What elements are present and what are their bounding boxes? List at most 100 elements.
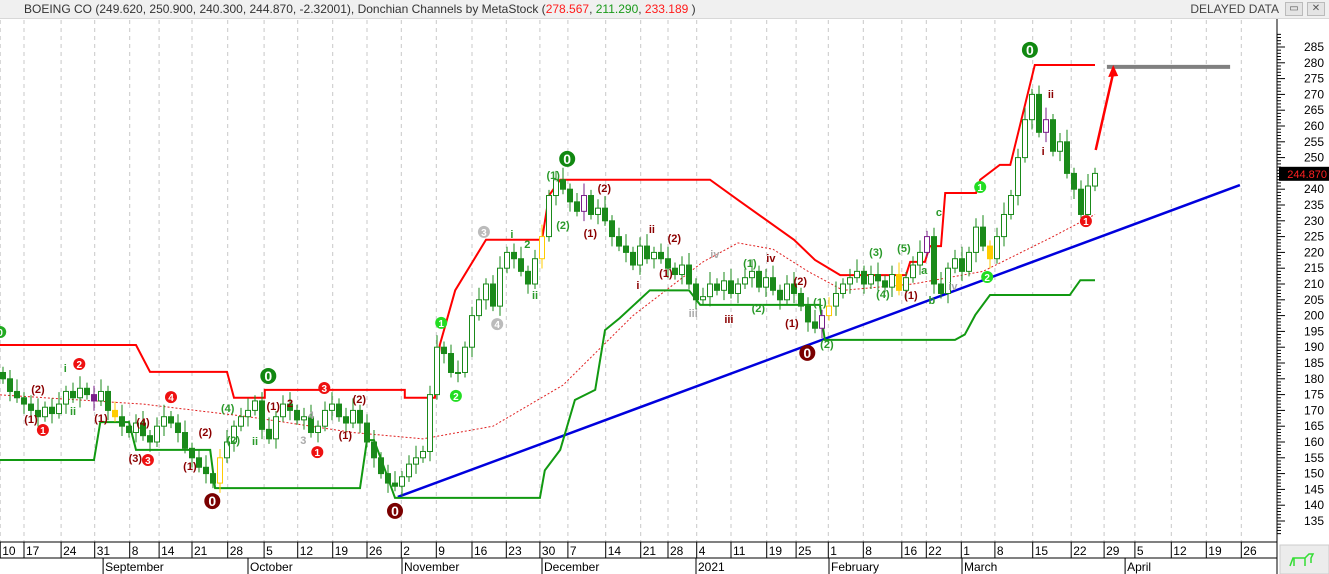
candle-body bbox=[112, 409, 118, 418]
candle-body bbox=[7, 378, 13, 392]
candle-body bbox=[91, 394, 97, 402]
x-tick-label: 1 bbox=[830, 544, 837, 558]
candle-body bbox=[896, 274, 902, 291]
paren: ) bbox=[688, 2, 696, 16]
month-label: February bbox=[831, 560, 879, 574]
y-tick-label: 200 bbox=[1304, 309, 1324, 323]
restore-icon[interactable]: ▭ bbox=[1285, 2, 1303, 16]
y-tick-label: 230 bbox=[1304, 214, 1324, 228]
candle-body bbox=[259, 400, 265, 430]
wave-label: 0 bbox=[264, 368, 272, 384]
x-tick-label: 22 bbox=[1073, 544, 1087, 558]
wave-label: ii bbox=[649, 224, 655, 236]
y-tick-label: 150 bbox=[1304, 467, 1324, 481]
x-tick-label: 10 bbox=[2, 544, 16, 558]
candle-body bbox=[805, 305, 811, 323]
wave-label: (1) bbox=[339, 430, 353, 442]
candle-body bbox=[126, 425, 132, 434]
month-label: September bbox=[105, 560, 164, 574]
candle-body bbox=[462, 346, 468, 373]
candle-body bbox=[385, 473, 391, 484]
candle-body bbox=[749, 270, 755, 279]
wave-label: 2 bbox=[453, 392, 459, 403]
wave-label: 3 bbox=[145, 456, 151, 467]
indicator-name: , Donchian Channels by MetaStock bbox=[350, 2, 539, 16]
candle-body bbox=[707, 283, 713, 298]
candle-body bbox=[322, 409, 328, 427]
candle-body bbox=[42, 406, 48, 418]
candle-body bbox=[973, 226, 979, 253]
candle-body bbox=[511, 251, 517, 260]
wave-label: 1 bbox=[977, 183, 983, 194]
x-tick-label: 16 bbox=[904, 544, 918, 558]
candle-body bbox=[679, 264, 685, 276]
candle-body bbox=[686, 264, 692, 285]
wave-label: (1) bbox=[584, 228, 598, 240]
wave-label: ii bbox=[70, 406, 76, 418]
candle-body bbox=[672, 267, 678, 276]
close-icon[interactable]: ✕ bbox=[1307, 2, 1325, 16]
chart-title-bar: BOEING CO (249.620, 250.900, 240.300, 24… bbox=[0, 0, 1329, 19]
candle-body bbox=[721, 280, 727, 291]
candle-body bbox=[966, 251, 972, 272]
candle-body bbox=[700, 296, 706, 301]
wave-label: iv bbox=[710, 249, 720, 261]
candle-body bbox=[910, 264, 916, 279]
wave-label: (2) bbox=[752, 303, 766, 315]
candle-body bbox=[357, 409, 363, 424]
candle-body bbox=[448, 353, 454, 373]
candle-body bbox=[105, 390, 111, 411]
x-tick-label: 17 bbox=[26, 544, 40, 558]
y-tick-label: 280 bbox=[1304, 56, 1324, 70]
candle-body bbox=[238, 416, 244, 427]
candle-body bbox=[336, 403, 342, 418]
wave-label: 0 bbox=[208, 493, 216, 509]
month-label: 2021 bbox=[698, 560, 725, 574]
candle-body bbox=[406, 463, 412, 478]
wave-label: 3 bbox=[300, 435, 306, 447]
y-tick-label: 250 bbox=[1304, 151, 1324, 165]
candle-body bbox=[602, 207, 608, 222]
candle-body bbox=[196, 457, 202, 468]
wave-label: ii bbox=[1048, 89, 1054, 101]
x-tick-label: 30 bbox=[542, 544, 556, 558]
x-tick-label: 16 bbox=[474, 544, 488, 558]
y-tick-label: 135 bbox=[1304, 514, 1324, 528]
candle-body bbox=[1092, 172, 1098, 187]
candle-body bbox=[434, 346, 440, 396]
x-tick-label: 22 bbox=[928, 544, 942, 558]
wave-label: (1) bbox=[266, 401, 280, 413]
wave-label: (1) bbox=[785, 318, 799, 330]
wave-label: (1) bbox=[546, 170, 560, 182]
candle-body bbox=[364, 422, 370, 443]
x-tick-label: 8 bbox=[132, 544, 139, 558]
paren: ( bbox=[538, 2, 546, 16]
candle-body bbox=[14, 390, 20, 399]
wave-label: 4 bbox=[168, 393, 174, 404]
candle-body bbox=[644, 245, 650, 260]
y-tick-label: 260 bbox=[1304, 119, 1324, 133]
price-chart[interactable]: 10 17 24 31 8 14 21 28 5 12 19 26 2 9 16 23 30 7 14 21 28 4 11… bbox=[0, 0, 1329, 574]
x-tick-label: 19 bbox=[1208, 544, 1222, 558]
x-tick-label: 11 bbox=[733, 544, 746, 558]
candle-body bbox=[868, 274, 874, 285]
x-tick-label: 1 bbox=[963, 544, 970, 558]
wave-label: (1) bbox=[904, 290, 918, 302]
x-tick-label: 14 bbox=[608, 544, 622, 558]
candle-body bbox=[924, 236, 930, 253]
candle-body bbox=[840, 283, 846, 294]
x-tick-label: 25 bbox=[798, 544, 812, 558]
candle-body bbox=[378, 457, 384, 475]
wave-label: (1) bbox=[813, 297, 827, 309]
candle-body bbox=[1043, 119, 1049, 133]
x-tick-label: 21 bbox=[643, 544, 657, 558]
candle-body bbox=[476, 299, 482, 317]
candle-body bbox=[28, 403, 34, 411]
ohlc-values: (249.620, 250.900, 240.300, 244.870, -2.… bbox=[95, 2, 351, 16]
candle-body bbox=[70, 390, 76, 399]
candle-body bbox=[637, 245, 643, 266]
wave-label: (2) bbox=[556, 220, 570, 232]
x-tick-label: 19 bbox=[769, 544, 783, 558]
y-tick-label: 185 bbox=[1304, 356, 1324, 370]
wave-label: i bbox=[1042, 146, 1045, 158]
